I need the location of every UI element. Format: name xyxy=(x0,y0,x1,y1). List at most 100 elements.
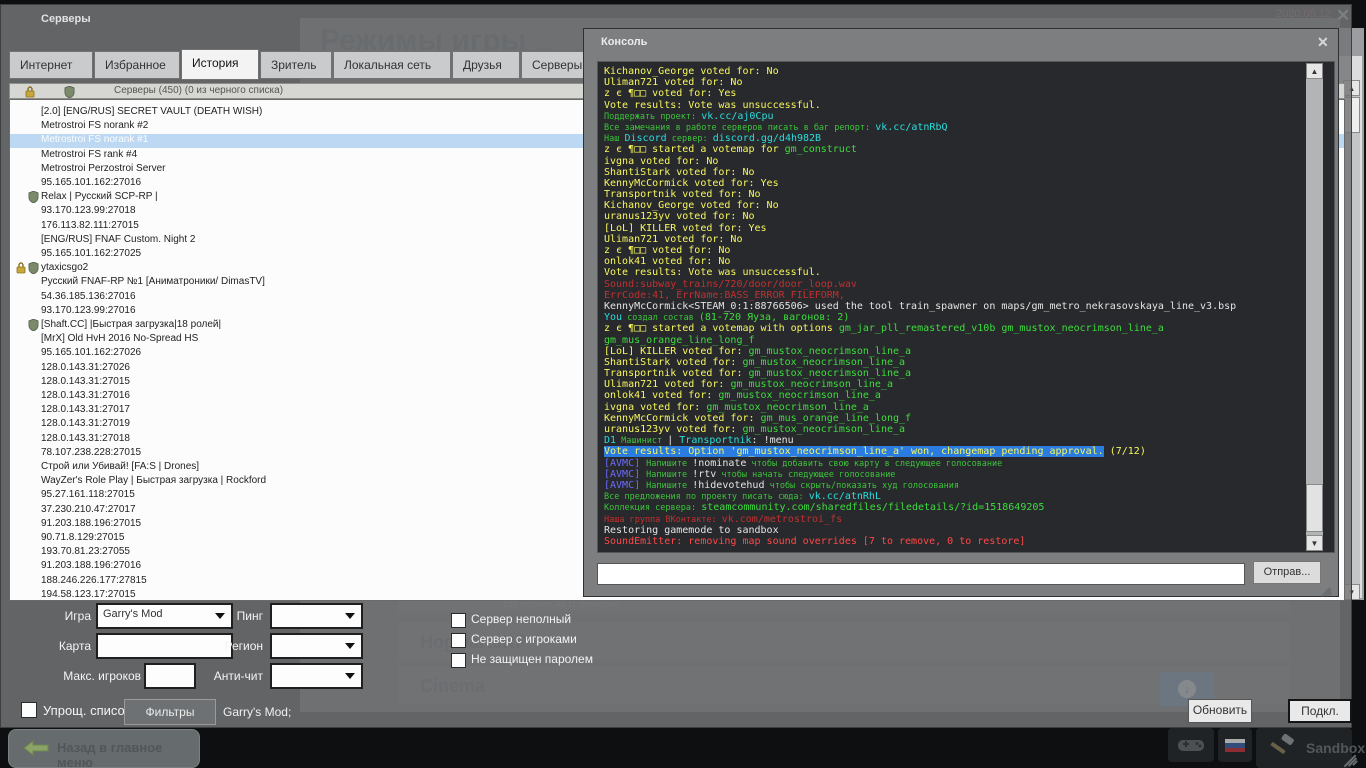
console-text-segment: Discord xyxy=(624,133,667,145)
checkbox-not-password-protected[interactable] xyxy=(451,653,466,668)
tab-favorites[interactable]: Избранное xyxy=(94,51,180,79)
tab-lan[interactable]: Локальная сеть xyxy=(333,51,451,79)
console-text-segment: Коллекция сервера: xyxy=(604,503,702,514)
server-name: 188.246.226.177:27815 xyxy=(41,574,147,586)
console-text-segment: gm_mustox_neocrimson_line_a xyxy=(730,379,893,391)
tab-spectate[interactable]: Зритель xyxy=(260,51,332,79)
console-text-segment: ShantiStark voted for: No xyxy=(604,166,755,178)
console-line: KennyMcCormick voted for: Yes xyxy=(604,178,1334,189)
console-line: Restoring gamemode to sandbox xyxy=(604,525,1334,536)
console-text-segment: Наша группа ВКонтакте: xyxy=(604,514,722,525)
server-name: 91.203.188.196:27016 xyxy=(41,560,142,572)
console-text-segment: !nominate xyxy=(692,457,747,469)
console-line: [LoL] KILLER voted for: Yes xyxy=(604,223,1334,234)
console-text-segment: Transportnik voted for: No xyxy=(604,189,761,201)
game-filter-value: Garry's Mod xyxy=(103,608,163,620)
console-line: Transportnik voted for: gm_mustox_neocri… xyxy=(604,368,1334,379)
ping-filter-select[interactable] xyxy=(270,603,363,629)
console-line: Наша группа ВКонтакте: vk.com/metrostroi… xyxy=(604,514,1334,525)
region-filter-select[interactable] xyxy=(270,633,363,659)
console-line: z є ¶□□ voted for: Yes xyxy=(604,88,1334,99)
russian-flag-icon xyxy=(1225,739,1245,752)
console-window: Консоль ✕ Kichanov_George voted for: No U… xyxy=(583,28,1339,597)
console-text-segment: Все замечания в работе серверов писать в… xyxy=(604,122,876,133)
scroll-up-icon[interactable]: ▲ xyxy=(1306,63,1323,79)
console-line: [AVMC] Напишите !rtv чтобы начать следую… xyxy=(604,469,1334,480)
console-text-segment: Наш xyxy=(604,134,625,145)
simple-list-label: Упрощ. список xyxy=(43,703,131,718)
console-text-segment: gm_mus_orange_line_long_f xyxy=(760,412,912,424)
console-line: Vote results: Vote was unsuccessful. xyxy=(604,267,1334,278)
console-text-segment: !hidevotehud xyxy=(692,479,765,491)
console-text-segment: z є ¶□□ started a votemap with options xyxy=(604,323,839,335)
server-name: 90.71.8.129:27015 xyxy=(41,532,125,543)
console-text-segment: Uliman721 voted for: No xyxy=(604,77,743,89)
console-text-segment: [AVMC] xyxy=(604,457,647,469)
server-name: 128.0.143.31:27017 xyxy=(41,404,130,416)
console-text-segment: Напишите xyxy=(646,480,693,491)
console-line: ivgna voted for: gm_mustox_neocrimson_li… xyxy=(604,402,1334,413)
console-text-segment: gm_jar_pll_remastered_v10b gm_mustox_neo… xyxy=(838,323,1164,335)
checkbox-server-with-players[interactable] xyxy=(451,633,466,648)
server-name: 78.107.238.228:27015 xyxy=(41,446,142,458)
send-button[interactable]: Отправ... xyxy=(1253,561,1321,584)
gamepad-tile[interactable] xyxy=(1168,728,1214,762)
shield-icon xyxy=(28,318,39,334)
language-flag-tile[interactable] xyxy=(1218,728,1252,762)
console-text-segment: ErrCode:41, ErrName:BASS_ERROR_FILEFORM, xyxy=(604,289,845,301)
console-line: Uliman721 voted for: No xyxy=(604,234,1334,245)
console-text-segment: gm_mustox_neocrimson_line_a xyxy=(742,356,906,368)
console-text-segment: Kichanov_George voted for: No xyxy=(604,66,779,77)
console-line: KennyMcCormick<STEAM_0:1:88766506> used … xyxy=(604,301,1334,312)
console-line: Kichanov_George voted for: No xyxy=(604,66,1334,77)
connect-button[interactable]: Подкл. xyxy=(1288,699,1352,723)
checkbox-server-not-full[interactable] xyxy=(451,613,466,628)
console-output[interactable]: Kichanov_George voted for: No Uliman721 v… xyxy=(597,61,1335,553)
console-text-segment: KennyMcCormick<STEAM_0:1:88766506> used … xyxy=(604,300,1237,312)
console-text-segment: Sound:subway_trains/720/door/door_loop.w… xyxy=(604,278,857,290)
tab-history[interactable]: История xyxy=(181,49,259,80)
console-line: Наш Discord сервер: discord.gg/d4h982B xyxy=(604,133,1334,144)
console-text-segment: uranus123yv voted for: xyxy=(604,424,743,435)
console-text-segment: gm_mustox_neocrimson_line_a xyxy=(742,424,906,435)
anticheat-filter-select[interactable] xyxy=(270,663,363,689)
sandbox-label: Sandbox xyxy=(1306,740,1366,756)
applied-filter-text: Garry's Mod; xyxy=(223,705,292,719)
console-line: ShantiStark voted for: No xyxy=(604,167,1334,178)
console-line: z є ¶□□ started a votemap for gm_constru… xyxy=(604,144,1334,155)
tab-internet[interactable]: Интернет xyxy=(9,51,93,79)
server-name: 128.0.143.31:27016 xyxy=(41,390,130,401)
refresh-button[interactable]: Обновить xyxy=(1188,699,1252,723)
server-name: 128.0.143.31:27019 xyxy=(41,418,130,430)
back-to-main-menu-button[interactable]: Назад в главное меню xyxy=(8,729,200,768)
console-scrollbar[interactable] xyxy=(1306,79,1323,535)
console-line: uranus123yv voted for: gm_mustox_neocrim… xyxy=(604,424,1334,435)
window-title: Серверы xyxy=(41,13,91,25)
console-text-segment: Vote results: Option 'gm_mustox_neocrims… xyxy=(604,446,1104,458)
gamepad-icon xyxy=(1178,740,1204,751)
console-text-segment: : !menu xyxy=(751,435,794,447)
console-line: onlok41 voted for: No xyxy=(604,256,1334,267)
screen: Режимы игры Выберите режим игры 181 игро… xyxy=(0,0,1366,768)
close-icon[interactable]: ✕ xyxy=(1317,34,1329,51)
tab-friends[interactable]: Друзья xyxy=(452,51,520,79)
sandbox-gamemode-tile[interactable]: Sandbox xyxy=(1256,728,1365,768)
map-filter-label: Карта xyxy=(58,639,91,653)
console-text-segment: gm_mustox_neocrimson_line_a xyxy=(748,368,912,380)
console-line: You создал состав (81-720 Яуза, вагонов:… xyxy=(604,312,1334,323)
checkbox-simple-list[interactable] xyxy=(21,702,37,718)
filters-button[interactable]: Фильтры xyxy=(124,699,216,725)
console-text-segment: Uliman721 voted for: No xyxy=(604,233,743,245)
console-line: [AVMC] Напишите !hidevotehud чтобы скрыт… xyxy=(604,480,1334,491)
scrollbar-thumb[interactable] xyxy=(1306,484,1323,532)
console-input[interactable] xyxy=(597,563,1245,585)
server-name: 193.70.81.23:27055 xyxy=(41,546,130,558)
scroll-down-icon[interactable]: ▼ xyxy=(1306,535,1323,551)
server-name: 37.230.210.47:27017 xyxy=(41,503,136,515)
console-text-segment: ivgna voted for: xyxy=(604,401,707,413)
console-text-segment: Vote results: Vote was unsuccessful. xyxy=(604,99,821,111)
console-line: KennyMcCormick voted for: gm_mus_orange_… xyxy=(604,413,1334,424)
console-text-segment: D1 xyxy=(604,435,617,447)
console-text-segment: onlok41 voted for: xyxy=(604,390,719,402)
console-text-segment: [LoL] KILLER voted for: Yes xyxy=(604,222,767,234)
